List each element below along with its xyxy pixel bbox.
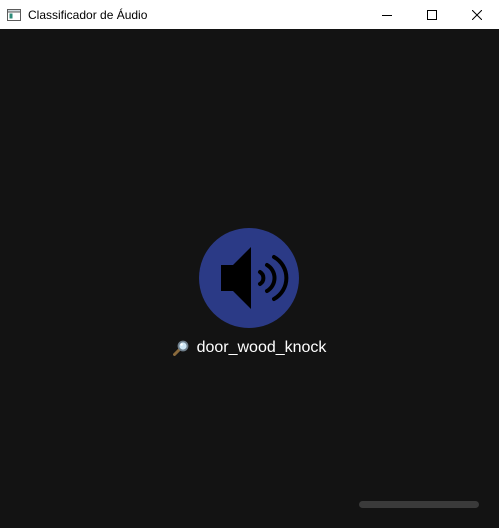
result-label: door_wood_knock [196,339,327,356]
maximize-button[interactable] [409,0,454,29]
app-window-icon [7,8,21,21]
classification-result: door_wood_knock [0,339,499,357]
horizontal-scrollbar[interactable] [359,501,479,508]
window-controls [364,0,499,29]
minimize-icon [381,14,392,16]
minimize-button[interactable] [364,0,409,29]
close-icon [471,9,482,20]
close-button[interactable] [454,0,499,29]
window-title: Classificador de Áudio [28,7,148,22]
magnifier-icon [172,340,188,356]
title-bar[interactable]: Classificador de Áudio [0,0,499,29]
app-window: Classificador de Áudio door_wood_knock [0,0,499,528]
maximize-icon [426,9,437,20]
speaker-icon[interactable] [199,228,299,328]
content-area: door_wood_knock [0,29,499,528]
